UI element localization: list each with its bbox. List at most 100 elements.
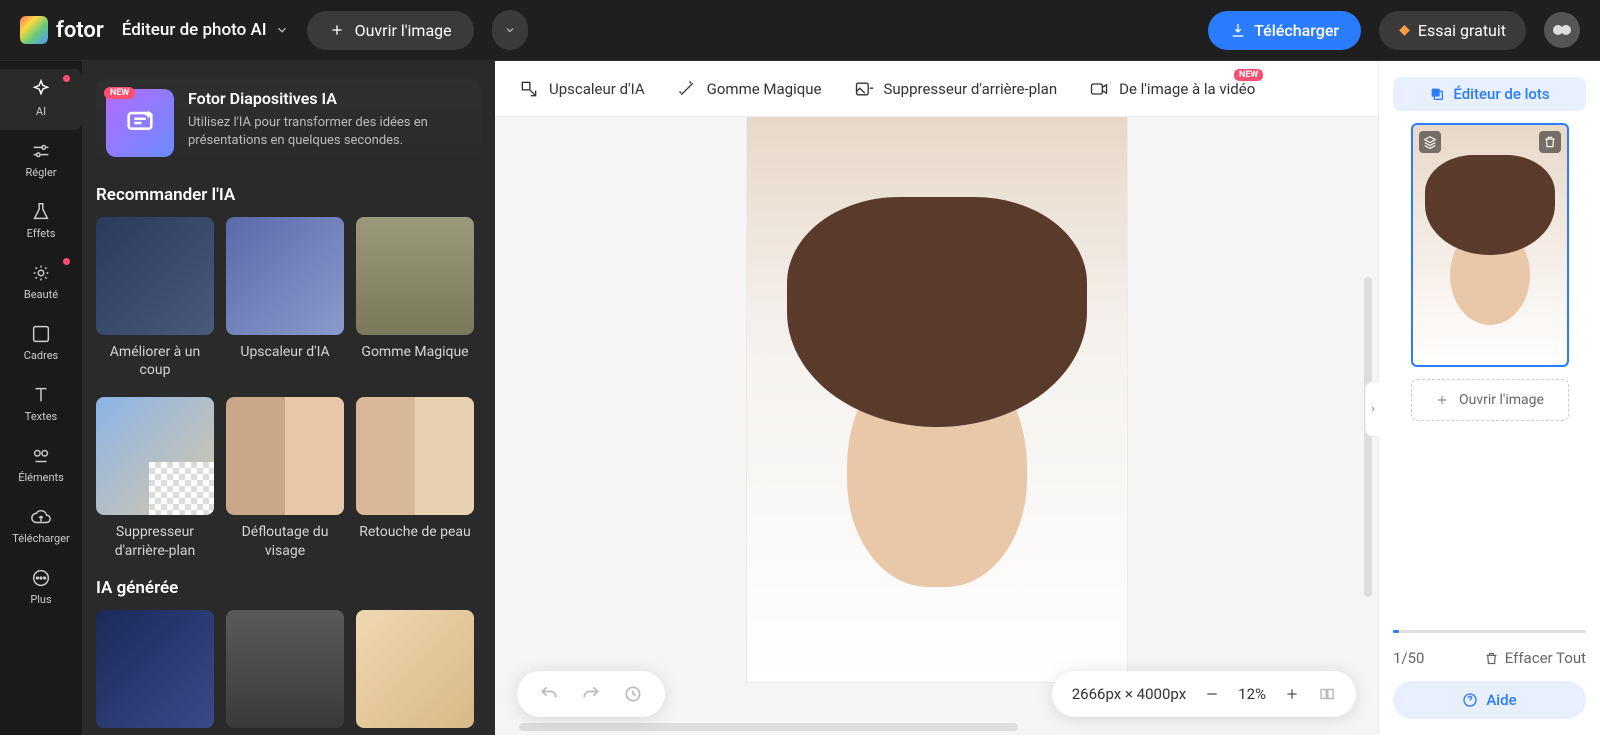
more-icon [30, 567, 52, 589]
app-header: fotor Éditeur de photo AI Ouvrir l'image… [0, 0, 1600, 61]
plus-icon [1435, 393, 1449, 407]
sidebar-item-ai[interactable]: AI [0, 69, 82, 130]
logo[interactable]: fotor [20, 16, 104, 44]
card-magic-eraser[interactable]: Gomme Magique [356, 217, 474, 379]
frame-icon [30, 323, 52, 345]
canvas-viewport[interactable]: 2666px × 4000px 12% [495, 117, 1378, 735]
tool-image-to-video[interactable]: De l'image à la vidéo NEW [1089, 79, 1255, 99]
trash-icon [1484, 651, 1499, 666]
clear-all-button[interactable]: Effacer Tout [1484, 649, 1586, 667]
sidebar-item-elements[interactable]: Éléments [0, 435, 82, 496]
card-thumb [356, 217, 474, 335]
card-gen-3[interactable] [356, 610, 474, 735]
sidebar-item-label: Télécharger [12, 532, 70, 545]
open-image-dropdown[interactable] [492, 10, 528, 50]
card-thumb [356, 397, 474, 515]
promo-title: Fotor Diapositives IA [188, 89, 475, 108]
zoom-out-button[interactable] [1204, 686, 1220, 702]
editor-mode-label: Éditeur de photo AI [122, 20, 267, 40]
tool-magic-eraser[interactable]: Gomme Magique [677, 79, 822, 99]
sidebar-item-beauty[interactable]: Beauté [0, 252, 82, 313]
wand-icon [677, 79, 697, 99]
sidebar-item-more[interactable]: Plus [0, 557, 82, 618]
card-label: Upscaleur d'IA [226, 343, 344, 361]
avatar-icon [1550, 18, 1574, 42]
tool-bg-remover[interactable]: Suppresseur d'arrière-plan [854, 79, 1058, 99]
history-button[interactable] [623, 684, 643, 704]
download-button[interactable]: Télécharger [1208, 11, 1361, 50]
thumbnail-size-slider[interactable] [1393, 630, 1586, 633]
sidebar-item-label: Textes [25, 410, 57, 423]
clear-all-label: Effacer Tout [1505, 649, 1586, 667]
sidebar-item-label: Éléments [18, 471, 64, 484]
flask-icon [30, 201, 52, 223]
canvas-area: Upscaleur d'IA Gomme Magique Suppresseur… [495, 61, 1378, 735]
right-panel-expand-handle[interactable] [1365, 381, 1379, 437]
sidebar-item-upload[interactable]: Télécharger [0, 496, 82, 557]
promo-card[interactable]: NEW Fotor Diapositives IA Utilisez l'IA … [96, 79, 481, 167]
card-face-unblur[interactable]: Défloutage du visage [226, 397, 344, 559]
sidebar-item-adjust[interactable]: Régler [0, 130, 82, 191]
logo-icon [20, 16, 48, 44]
tool-label: Gomme Magique [707, 80, 822, 98]
chevron-down-icon [504, 24, 516, 36]
delete-thumbnail-button[interactable] [1539, 131, 1561, 153]
tool-upscaler[interactable]: Upscaleur d'IA [519, 79, 645, 99]
user-avatar[interactable] [1544, 12, 1580, 48]
canvas-image[interactable] [747, 117, 1127, 682]
section-ai-generated: IA générée [96, 578, 481, 598]
redo-button[interactable] [581, 684, 601, 704]
card-gen-2[interactable] [226, 610, 344, 735]
open-image-button[interactable]: Ouvrir l'image [307, 11, 474, 50]
section-recommend-ai: Recommander l'IA [96, 185, 481, 205]
help-icon [1462, 692, 1478, 708]
zoom-in-button[interactable] [1284, 686, 1300, 702]
left-sidebar: AI Régler Effets Beauté Cadres Textes Él… [0, 61, 82, 735]
zoom-toolbar: 2666px × 4000px 12% [1052, 671, 1356, 717]
promo-description: Utilisez l'IA pour transformer des idées… [188, 114, 475, 149]
diamond-icon: ◆ [1399, 22, 1410, 38]
chevron-down-icon [275, 23, 289, 37]
plus-icon [329, 22, 345, 38]
horizontal-scrollbar[interactable] [519, 723, 1018, 731]
editor-mode-select[interactable]: Éditeur de photo AI [122, 20, 289, 40]
open-slot-label: Ouvrir l'image [1459, 392, 1544, 408]
sidebar-item-effects[interactable]: Effets [0, 191, 82, 252]
help-button[interactable]: Aide [1393, 681, 1586, 719]
card-enhance[interactable]: Améliorer à un coup [96, 217, 214, 379]
beauty-icon [30, 262, 52, 284]
vertical-scrollbar[interactable] [1364, 277, 1372, 597]
sidebar-item-label: Beauté [24, 288, 58, 301]
download-label: Télécharger [1254, 21, 1339, 40]
trial-label: Essai gratuit [1418, 21, 1506, 40]
undo-button[interactable] [539, 684, 559, 704]
text-icon [30, 384, 52, 406]
compare-button[interactable] [1318, 685, 1336, 703]
batch-editor-button[interactable]: Éditeur de lots [1393, 77, 1586, 111]
card-thumb [226, 217, 344, 335]
open-image-label: Ouvrir l'image [355, 21, 452, 40]
open-image-slot[interactable]: Ouvrir l'image [1411, 379, 1569, 421]
card-bg-remover[interactable]: Suppresseur d'arrière-plan [96, 397, 214, 559]
image-count: 1/50 [1393, 649, 1424, 667]
card-skin-retouch[interactable]: Retouche de peau [356, 397, 474, 559]
card-upscaler[interactable]: Upscaleur d'IA [226, 217, 344, 379]
sidebar-item-text[interactable]: Textes [0, 374, 82, 435]
sparkle-icon [30, 79, 52, 101]
logo-text: fotor [56, 18, 104, 43]
right-panel: Éditeur de lots Ouvrir l'image 1/50 Effa… [1378, 61, 1600, 735]
tool-label: Suppresseur d'arrière-plan [884, 80, 1058, 98]
layers-button[interactable] [1419, 131, 1441, 153]
new-badge: NEW [104, 87, 135, 99]
card-gen-1[interactable] [96, 610, 214, 735]
sidebar-item-frames[interactable]: Cadres [0, 313, 82, 374]
sidebar-item-label: Régler [25, 166, 56, 179]
trash-icon [1543, 135, 1557, 149]
image-thumbnail[interactable] [1411, 123, 1569, 367]
card-thumb [356, 610, 474, 728]
sidebar-item-label: AI [36, 105, 46, 118]
shapes-icon [30, 445, 52, 467]
ai-panel: NEW Fotor Diapositives IA Utilisez l'IA … [82, 61, 495, 735]
free-trial-button[interactable]: ◆ Essai gratuit [1379, 11, 1526, 50]
card-thumb [96, 397, 214, 515]
